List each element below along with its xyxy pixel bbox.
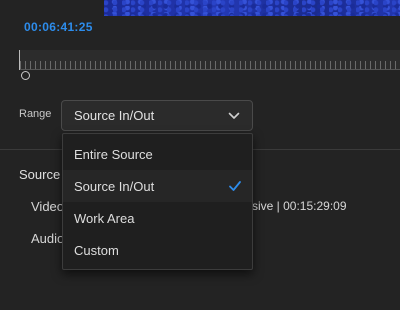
video-preview-thumbnail xyxy=(104,0,400,16)
range-dropdown-value: Source In/Out xyxy=(74,108,155,123)
source-section-heading: Source xyxy=(19,167,61,182)
menu-item-label: Custom xyxy=(74,242,119,258)
video-label: Video xyxy=(31,199,65,214)
audio-label: Audio xyxy=(31,231,65,246)
range-dropdown-menu: Entire Source Source In/Out Work Area Cu… xyxy=(62,133,253,270)
menu-item-label: Work Area xyxy=(74,210,135,226)
menu-item-entire-source[interactable]: Entire Source xyxy=(63,138,252,170)
time-ruler-baseline xyxy=(20,69,400,70)
video-info: ssive | 00:15:29:09 xyxy=(246,199,347,213)
menu-item-work-area[interactable]: Work Area xyxy=(63,202,252,234)
menu-item-custom[interactable]: Custom xyxy=(63,234,252,266)
range-dropdown[interactable]: Source In/Out xyxy=(61,100,253,131)
checkmark-icon xyxy=(228,179,242,193)
menu-item-label: Source In/Out xyxy=(74,178,155,194)
playhead-handle[interactable] xyxy=(21,71,30,80)
menu-item-source-in-out[interactable]: Source In/Out xyxy=(63,170,252,202)
menu-item-label: Entire Source xyxy=(74,146,153,162)
playhead-line xyxy=(19,50,20,70)
range-label: Range xyxy=(19,108,52,120)
current-timecode[interactable]: 00:06:41:25 xyxy=(24,20,93,34)
chevron-down-icon xyxy=(228,112,240,120)
time-ruler-ticks xyxy=(20,61,400,69)
